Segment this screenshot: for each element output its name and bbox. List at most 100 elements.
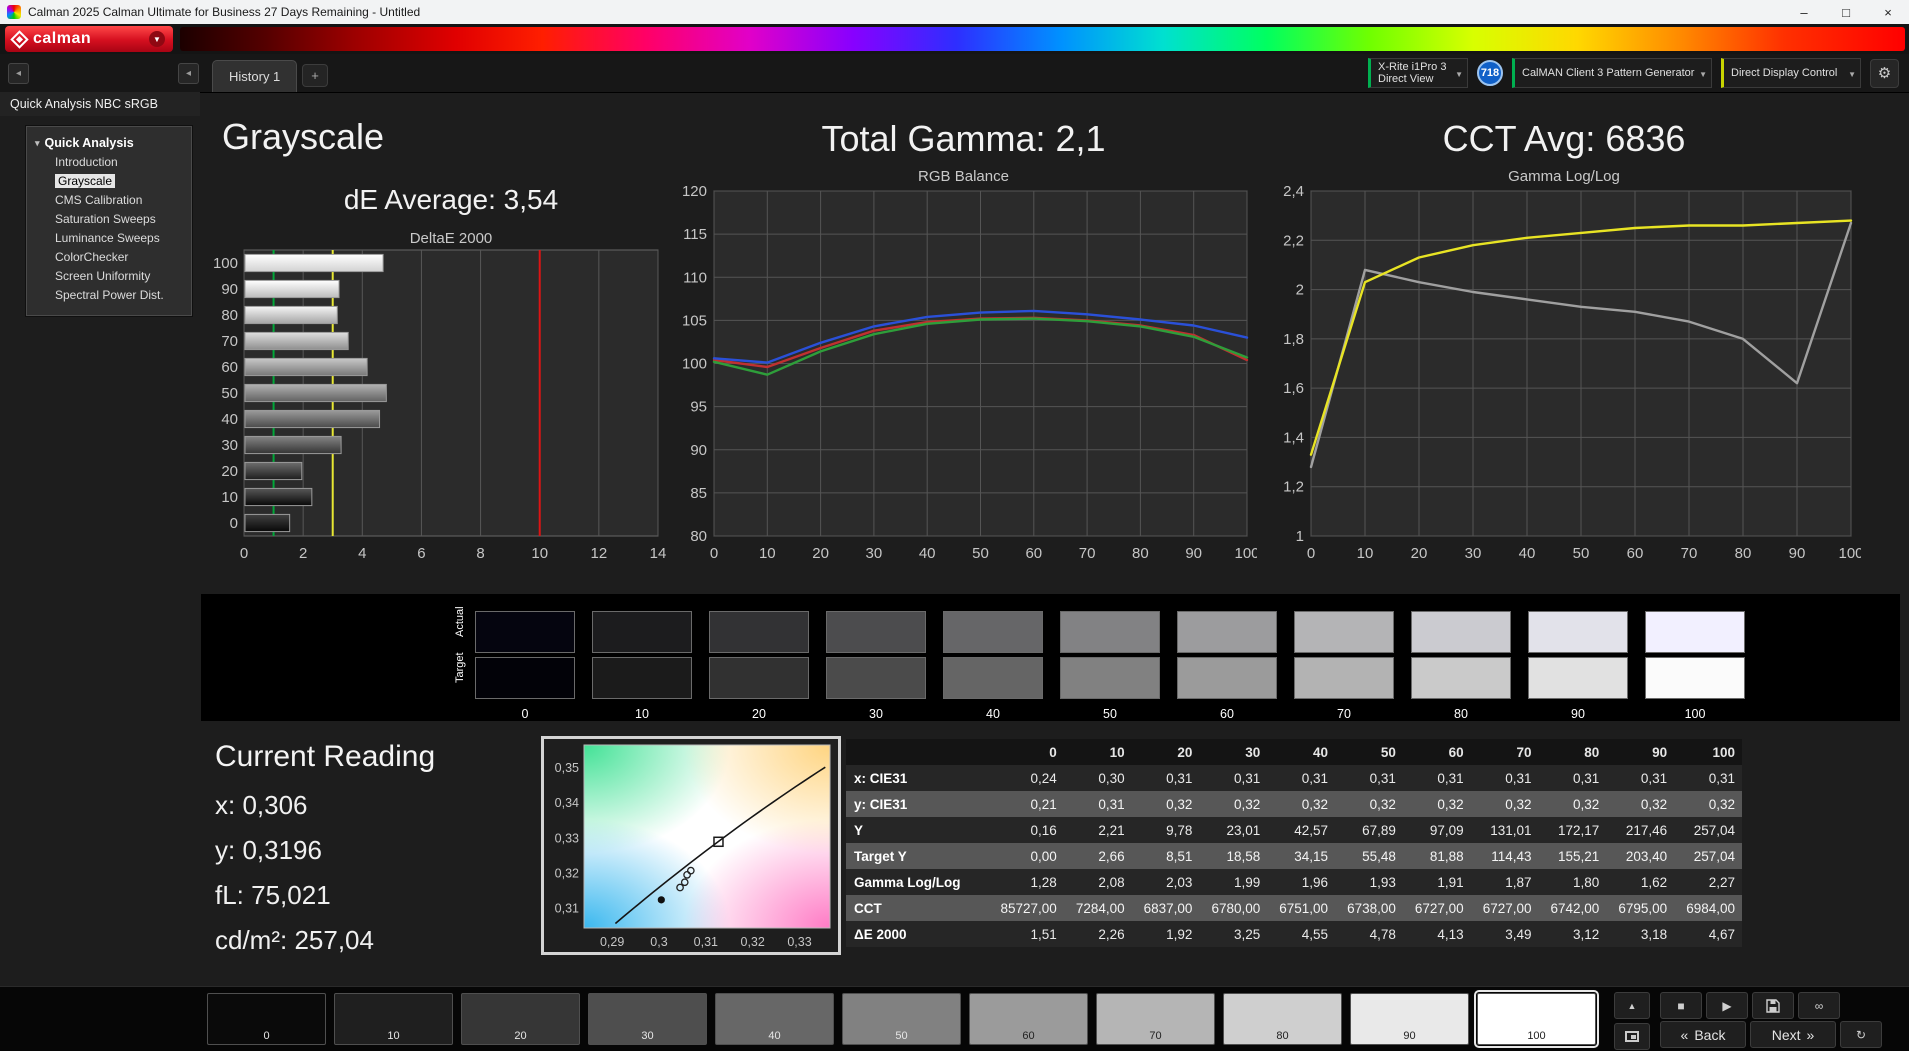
svg-text:0,35: 0,35: [555, 761, 579, 775]
sidebar-root-quick-analysis[interactable]: ▾ Quick Analysis: [31, 133, 187, 153]
patch-level-50[interactable]: 50: [842, 993, 961, 1045]
patch-label: 10: [387, 1030, 400, 1042]
minimize-button[interactable]: –: [1783, 0, 1825, 24]
svg-text:30: 30: [866, 545, 883, 562]
patch-level-60[interactable]: 60: [969, 993, 1088, 1045]
stop-icon: ■: [1677, 998, 1685, 1013]
target-swatch: [709, 657, 809, 699]
sidebar-item-colorchecker[interactable]: ColorChecker: [31, 248, 187, 267]
meter-dropdown[interactable]: X-Rite i1Pro 3 Direct View ▼: [1368, 58, 1468, 88]
swatch-column-label: 10: [635, 707, 649, 721]
table-cell: 4,67: [1708, 926, 1735, 942]
svg-text:2,2: 2,2: [1283, 232, 1304, 249]
svg-text:0,3: 0,3: [650, 935, 667, 949]
svg-text:0,29: 0,29: [600, 935, 624, 949]
pattern-window-icon: [1625, 1031, 1639, 1042]
svg-text:1,4: 1,4: [1283, 429, 1304, 446]
table-cell: 0,31: [1640, 770, 1668, 786]
svg-text:95: 95: [690, 399, 707, 416]
grayscale-swatch-strip: Actual Target 0 10 20 30 40 50 60 70 80 90 100: [201, 594, 1900, 721]
swatch-column-label: 70: [1337, 707, 1351, 721]
patch-label: 100: [1527, 1030, 1546, 1042]
patch-level-90[interactable]: 90: [1350, 993, 1469, 1045]
next-button[interactable]: Next »: [1750, 1021, 1836, 1048]
patch-level-20[interactable]: 20: [461, 993, 580, 1045]
patch-label: 20: [514, 1030, 527, 1042]
continuous-mode-button[interactable]: ∞: [1798, 992, 1840, 1019]
table-cell: 0,32: [1437, 796, 1464, 812]
sidebar-collapse-button[interactable]: ◂: [178, 63, 199, 84]
stop-button[interactable]: ■: [1660, 992, 1702, 1019]
table-cell: 131,01: [1490, 822, 1532, 838]
patch-level-0[interactable]: 0: [207, 993, 326, 1045]
table-cell: 6837,00: [1143, 900, 1193, 916]
app-icon: [7, 5, 21, 19]
table-column-header: 90: [1606, 739, 1675, 765]
patch-label: 90: [1403, 1030, 1416, 1042]
patch-level-10[interactable]: 10: [334, 993, 453, 1045]
display-control-dropdown[interactable]: Direct Display Control ▼: [1721, 58, 1861, 88]
table-cell: 1,87: [1505, 874, 1532, 890]
patch-level-70[interactable]: 70: [1096, 993, 1215, 1045]
table-cell: 0,31: [1573, 770, 1600, 786]
patch-level-30[interactable]: 30: [588, 993, 707, 1045]
patch-label: 40: [768, 1030, 781, 1042]
sidebar-item-screen-uniformity[interactable]: Screen Uniformity: [31, 267, 187, 286]
table-column-header: 100: [1674, 739, 1742, 765]
back-chevrons-icon: «: [1680, 1026, 1689, 1043]
table-cell: 6742,00: [1550, 900, 1600, 916]
swatch-grid: 0 10 20 30 40 50 60 70 80 90 100: [475, 594, 1745, 721]
patch-level-80[interactable]: 80: [1223, 993, 1342, 1045]
reading-x: x: 0,306: [215, 790, 308, 820]
table-cell: 0,32: [1708, 796, 1735, 812]
pattern-generator-dropdown[interactable]: CalMAN Client 3 Pattern Generator ▼: [1512, 58, 1712, 88]
svg-text:1,8: 1,8: [1283, 331, 1304, 348]
sidebar-item-saturation-sweeps[interactable]: Saturation Sweeps: [31, 210, 187, 229]
table-cell: 2,08: [1098, 874, 1125, 890]
tab-row: ◂ ◂ History 1 + X-Rite i1Pro 3 Direct Vi…: [0, 54, 1909, 93]
cie-chart-panel[interactable]: 0,29 0,3 0,31 0,32 0,33 0,31 0,32 0,33 0,34 0,35: [541, 736, 841, 955]
back-button[interactable]: « Back: [1660, 1021, 1746, 1048]
left-pane-toggle-button[interactable]: ◂: [8, 63, 29, 84]
play-button[interactable]: ▶: [1706, 992, 1748, 1019]
display-control-label: Direct Display Control: [1731, 67, 1838, 79]
maximize-button[interactable]: □: [1825, 0, 1867, 24]
patch-level-40[interactable]: 40: [715, 993, 834, 1045]
pattern-window-button[interactable]: [1614, 1023, 1650, 1050]
refresh-icon: ↻: [1855, 1027, 1867, 1042]
table-cell: 0,31: [1369, 770, 1396, 786]
svg-text:80: 80: [221, 307, 238, 324]
window-title: Calman 2025 Calman Ultimate for Business…: [28, 5, 421, 19]
svg-text:20: 20: [221, 463, 238, 480]
meter-line2: Direct View: [1378, 73, 1434, 85]
gear-icon[interactable]: ⚙: [1870, 58, 1899, 88]
table-corner-cell: [846, 739, 996, 765]
svg-text:4: 4: [358, 545, 366, 562]
svg-text:1,2: 1,2: [1283, 479, 1304, 496]
bottom-pattern-bar: 0 10 20 30 40 50 60 70 80 90 100 ▲ ■ ▶ ∞ « Back: [0, 986, 1909, 1051]
close-button[interactable]: ×: [1867, 0, 1909, 24]
table-cell: 0,32: [1505, 796, 1532, 812]
table-cell: 1,96: [1301, 874, 1329, 890]
pattern-generator-label: CalMAN Client 3 Pattern Generator: [1522, 67, 1695, 79]
target-swatch: [1060, 657, 1160, 699]
table-cell: 0,31: [1437, 770, 1464, 786]
refresh-button[interactable]: ↻: [1840, 1021, 1882, 1048]
sidebar-item-introduction[interactable]: Introduction: [31, 153, 187, 172]
sidebar-item-cms-calibration[interactable]: CMS Calibration: [31, 191, 187, 210]
save-button[interactable]: [1752, 992, 1794, 1019]
target-swatch: [1177, 657, 1277, 699]
patch-level-100[interactable]: 100: [1474, 990, 1599, 1048]
sidebar-item-spectral-power-dist[interactable]: Spectral Power Dist.: [31, 286, 187, 305]
sidebar-item-luminance-sweeps[interactable]: Luminance Sweeps: [31, 229, 187, 248]
svg-text:8: 8: [476, 545, 484, 562]
calman-logo-menu[interactable]: calman ▼: [5, 26, 173, 52]
svg-text:50: 50: [972, 545, 989, 562]
actual-swatch: [1645, 611, 1745, 653]
svg-text:0: 0: [230, 515, 238, 532]
add-tab-button[interactable]: +: [302, 64, 328, 87]
sidebar-item-grayscale[interactable]: Grayscale: [31, 172, 187, 191]
tab-history-1[interactable]: History 1: [212, 60, 298, 92]
chevron-up-icon[interactable]: ▲: [1614, 992, 1650, 1019]
table-cell: 1,92: [1166, 926, 1193, 942]
